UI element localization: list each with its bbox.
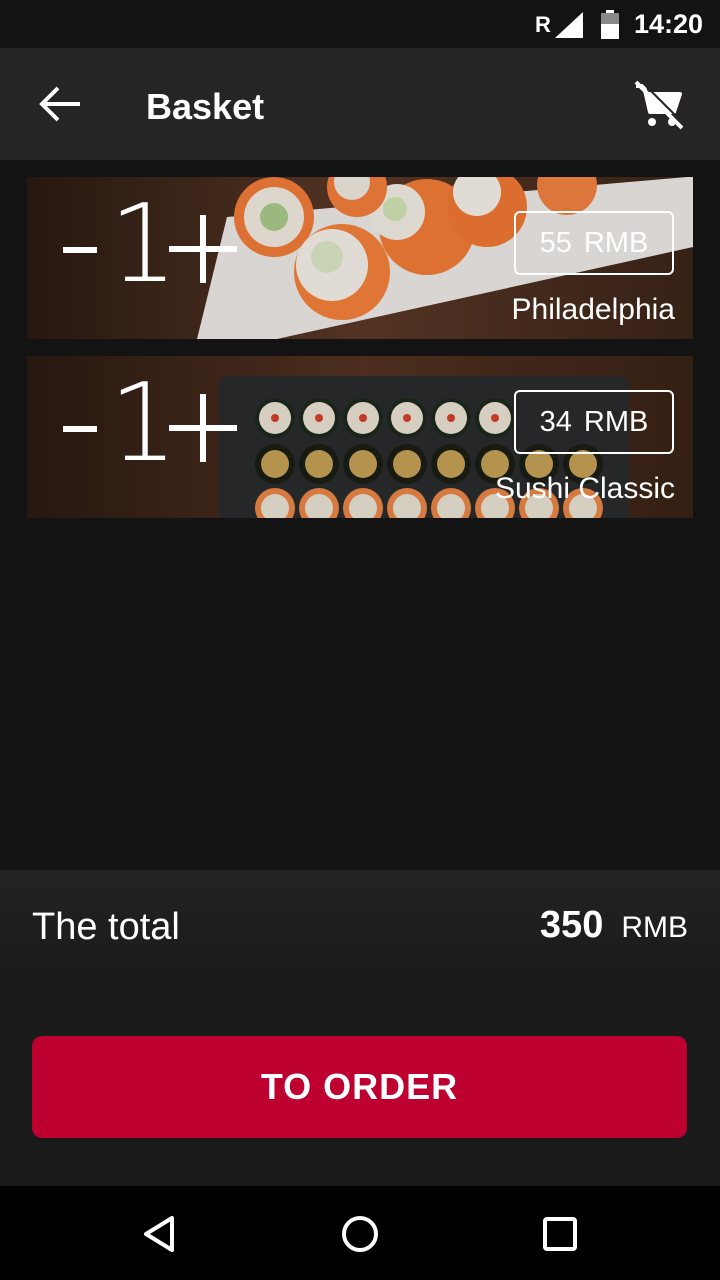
total-label: The total [32, 906, 180, 948]
increase-quantity-button[interactable] [169, 394, 237, 462]
status-bar: R 14:20 [0, 0, 720, 48]
quantity-stepper: 1 [57, 370, 247, 496]
price-value: 55 [539, 226, 572, 259]
quantity-value: 1 [109, 361, 178, 486]
basket-item[interactable]: 1 55 RMB Philadelphia [27, 177, 693, 339]
battery-icon [601, 10, 619, 39]
quantity-stepper: 1 [57, 191, 247, 317]
price-value: 34 [539, 405, 572, 438]
system-nav-bar [0, 1186, 720, 1280]
decrease-quantity-button[interactable] [63, 426, 97, 432]
decrease-quantity-button[interactable] [63, 247, 97, 253]
signal-icon [555, 12, 583, 38]
recents-square-icon[interactable] [538, 1212, 582, 1256]
home-circle-icon[interactable] [338, 1212, 382, 1256]
arrow-left-icon[interactable] [36, 82, 84, 126]
total-amount: 350 RMB [540, 904, 688, 947]
roaming-indicator: R [535, 12, 551, 37]
increase-quantity-button[interactable] [169, 215, 237, 283]
remove-cart-icon[interactable] [630, 78, 686, 130]
item-name: Philadelphia [511, 293, 675, 326]
back-triangle-icon[interactable] [138, 1212, 182, 1256]
clock: 14:20 [634, 9, 704, 39]
price-currency: RMB [583, 405, 649, 438]
app-bar: Basket [0, 48, 720, 160]
total-currency: RMB [621, 911, 688, 944]
basket-item[interactable]: 1 34 RMB Sushi Classic [27, 356, 693, 518]
price-badge: 55 RMB [514, 211, 674, 275]
total-bar: The total 350 RMB [0, 870, 720, 980]
total-value: 350 [539, 904, 604, 946]
quantity-value: 1 [109, 182, 178, 307]
price-currency: RMB [583, 226, 649, 259]
to-order-button[interactable]: TO ORDER [32, 1036, 687, 1138]
price-badge: 34 RMB [514, 390, 674, 454]
item-name: Sushi Classic [494, 472, 675, 505]
page-title: Basket [146, 86, 265, 127]
